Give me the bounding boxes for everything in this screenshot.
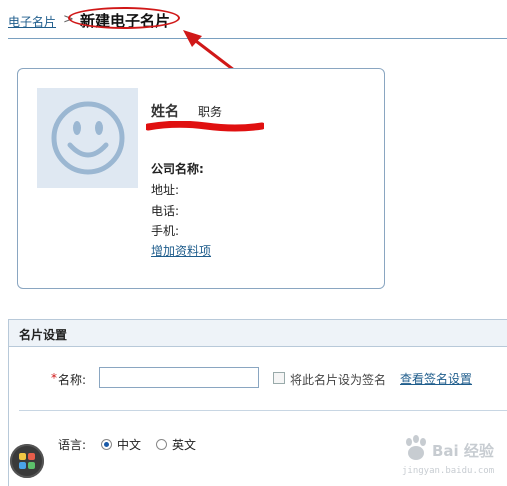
business-card-preview: 姓名 职务 公司名称: 地址: 电话: 手机: 增加资料项 (17, 68, 385, 289)
card-name-label: 姓名 (151, 104, 179, 120)
highlight-ellipse (68, 7, 180, 29)
header-divider (8, 38, 507, 39)
card-title-label: 职务 (198, 105, 223, 119)
watermark-url: jingyan.baidu.com (402, 466, 495, 476)
set-as-signature-label: 将此名片设为签名 (290, 373, 387, 387)
baidu-jingyan-watermark: Bai 经验 jingyan.baidu.com (388, 430, 500, 482)
card-company-label: 公司名称: (151, 162, 204, 176)
set-as-signature-checkbox[interactable] (273, 372, 285, 384)
card-name-input[interactable] (99, 367, 259, 388)
language-label: 语言: (58, 438, 87, 452)
settings-divider (19, 410, 507, 411)
settings-title: 名片设置 (19, 328, 68, 342)
settings-header: 名片设置 (9, 320, 507, 347)
paw-logo-icon (406, 435, 426, 460)
language-chinese-label: 中文 (117, 438, 142, 452)
language-chinese-radio[interactable] (101, 439, 112, 450)
breadcrumb-parent-link[interactable]: 电子名片 (8, 13, 56, 30)
card-phone-label: 电话: (151, 204, 180, 218)
name-field-label: 名称: (58, 373, 87, 387)
redaction-mark (146, 121, 264, 132)
smiley-face-icon (51, 101, 125, 175)
view-signature-settings-link[interactable]: 查看签名设置 (400, 370, 472, 387)
card-mobile-label: 手机: (151, 224, 180, 238)
app-launcher-button[interactable] (10, 444, 44, 478)
language-english-radio[interactable] (156, 439, 167, 450)
required-mark: * (51, 371, 57, 385)
app-grid-icon (19, 453, 35, 469)
language-english-label: 英文 (172, 438, 197, 452)
watermark-text: Bai 经验 (432, 442, 494, 460)
avatar[interactable] (37, 88, 138, 188)
add-fields-link[interactable]: 增加资料项 (151, 242, 211, 259)
card-address-label: 地址: (151, 183, 180, 197)
